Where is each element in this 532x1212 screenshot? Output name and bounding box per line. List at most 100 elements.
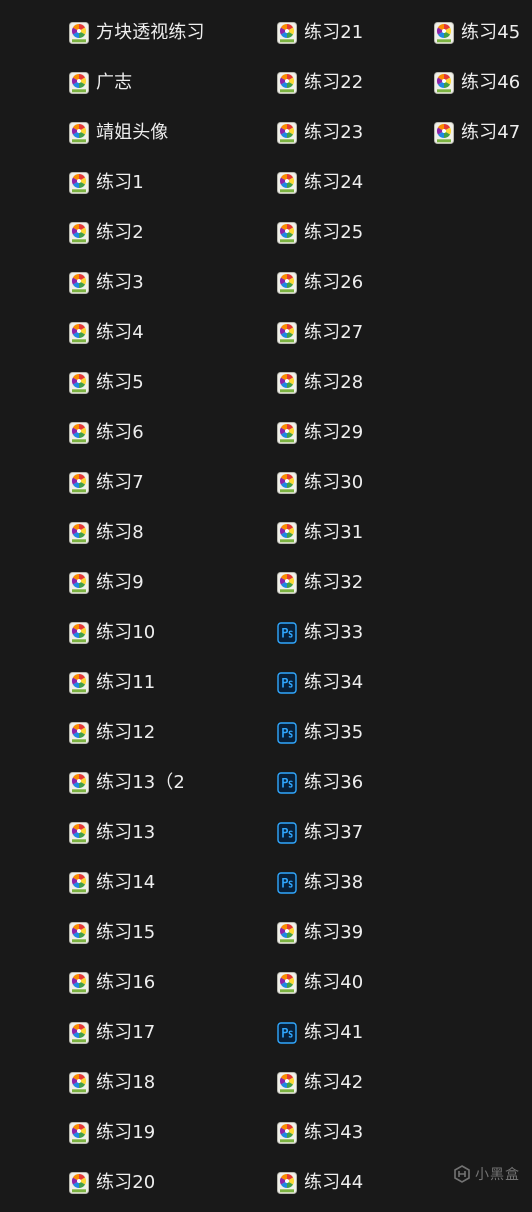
file-name: 练习18: [96, 1072, 156, 1093]
file-name: 练习38: [304, 872, 364, 893]
file-item[interactable]: 练习15: [69, 908, 205, 958]
sai-file-icon: [69, 72, 89, 94]
file-name: 练习26: [304, 272, 364, 293]
file-item[interactable]: 练习25: [277, 208, 363, 258]
sai-file-icon: [69, 1022, 89, 1044]
photoshop-file-icon: [277, 1022, 297, 1044]
photoshop-file-icon: [277, 772, 297, 794]
file-name: 练习22: [304, 72, 364, 93]
file-name: 练习5: [96, 372, 144, 393]
file-name: 练习40: [304, 972, 364, 993]
file-item[interactable]: 练习22: [277, 58, 363, 108]
file-name: 练习29: [304, 422, 364, 443]
file-item[interactable]: 练习3: [69, 258, 205, 308]
file-name: 靖姐头像: [96, 122, 169, 143]
file-item[interactable]: 练习12: [69, 708, 205, 758]
file-item[interactable]: 练习4: [69, 308, 205, 358]
heybox-logo-icon: [454, 1165, 470, 1183]
file-item[interactable]: 练习16: [69, 958, 205, 1008]
file-item[interactable]: 靖姐头像: [69, 108, 205, 158]
sai-file-icon: [277, 422, 297, 444]
file-name: 练习23: [304, 122, 364, 143]
sai-file-icon: [277, 322, 297, 344]
file-item[interactable]: 练习10: [69, 608, 205, 658]
file-name: 练习35: [304, 722, 364, 743]
file-item[interactable]: 练习7: [69, 458, 205, 508]
file-item[interactable]: 练习11: [69, 658, 205, 708]
file-name: 练习8: [96, 522, 144, 543]
file-item[interactable]: 练习38: [277, 858, 363, 908]
file-name: 练习41: [304, 1022, 364, 1043]
file-item[interactable]: 练习17: [69, 1008, 205, 1058]
sai-file-icon: [277, 22, 297, 44]
file-item[interactable]: 练习18: [69, 1058, 205, 1108]
file-name: 练习43: [304, 1122, 364, 1143]
file-item[interactable]: 练习35: [277, 708, 363, 758]
file-item[interactable]: 练习46: [434, 58, 520, 108]
file-name: 练习32: [304, 572, 364, 593]
file-item[interactable]: 练习47: [434, 108, 520, 158]
file-name: 练习19: [96, 1122, 156, 1143]
file-item[interactable]: 练习28: [277, 358, 363, 408]
file-name: 练习39: [304, 922, 364, 943]
file-item[interactable]: 练习20: [69, 1158, 205, 1208]
file-item[interactable]: 练习1: [69, 158, 205, 208]
file-item[interactable]: 练习2: [69, 208, 205, 258]
sai-file-icon: [69, 522, 89, 544]
file-item[interactable]: 练习13: [69, 808, 205, 858]
sai-file-icon: [277, 372, 297, 394]
file-item[interactable]: 练习34: [277, 658, 363, 708]
file-name: 练习7: [96, 472, 144, 493]
sai-file-icon: [69, 222, 89, 244]
file-item[interactable]: 方块透视练习: [69, 8, 205, 58]
file-item[interactable]: 练习39: [277, 908, 363, 958]
file-item[interactable]: 练习5: [69, 358, 205, 408]
file-item[interactable]: 练习33: [277, 608, 363, 658]
file-column-3: 练习45 练习46 练习47: [434, 8, 520, 158]
file-item[interactable]: 练习44: [277, 1158, 363, 1208]
file-item[interactable]: 练习29: [277, 408, 363, 458]
photoshop-file-icon: [277, 722, 297, 744]
file-item[interactable]: 练习36: [277, 758, 363, 808]
file-name: 练习17: [96, 1022, 156, 1043]
file-name: 练习34: [304, 672, 364, 693]
file-name: 练习13: [96, 822, 156, 843]
file-item[interactable]: 练习14: [69, 858, 205, 908]
file-name: 练习14: [96, 872, 156, 893]
file-item[interactable]: 练习8: [69, 508, 205, 558]
file-item[interactable]: 广志: [69, 58, 205, 108]
sai-file-icon: [277, 172, 297, 194]
sai-file-icon: [69, 172, 89, 194]
sai-file-icon: [69, 1172, 89, 1194]
file-item[interactable]: 练习42: [277, 1058, 363, 1108]
file-item[interactable]: 练习23: [277, 108, 363, 158]
file-item[interactable]: 练习43: [277, 1108, 363, 1158]
file-item[interactable]: 练习24: [277, 158, 363, 208]
sai-file-icon: [277, 1122, 297, 1144]
watermark: 小黑盒: [453, 1164, 520, 1184]
photoshop-file-icon: [277, 622, 297, 644]
sai-file-icon: [277, 272, 297, 294]
file-item[interactable]: 练习26: [277, 258, 363, 308]
file-item[interactable]: 练习37: [277, 808, 363, 858]
file-name: 练习4: [96, 322, 144, 343]
file-item[interactable]: 练习41: [277, 1008, 363, 1058]
sai-file-icon: [69, 322, 89, 344]
file-item[interactable]: 练习19: [69, 1108, 205, 1158]
file-name: 练习28: [304, 372, 364, 393]
sai-file-icon: [69, 1122, 89, 1144]
sai-file-icon: [69, 122, 89, 144]
file-item[interactable]: 练习45: [434, 8, 520, 58]
file-item[interactable]: 练习31: [277, 508, 363, 558]
file-name: 练习10: [96, 622, 156, 643]
file-item[interactable]: 练习6: [69, 408, 205, 458]
file-item[interactable]: 练习21: [277, 8, 363, 58]
file-name: 练习42: [304, 1072, 364, 1093]
file-item[interactable]: 练习30: [277, 458, 363, 508]
photoshop-file-icon: [277, 822, 297, 844]
file-item[interactable]: 练习13（2: [69, 758, 205, 808]
file-item[interactable]: 练习9: [69, 558, 205, 608]
file-item[interactable]: 练习32: [277, 558, 363, 608]
file-item[interactable]: 练习40: [277, 958, 363, 1008]
file-item[interactable]: 练习27: [277, 308, 363, 358]
